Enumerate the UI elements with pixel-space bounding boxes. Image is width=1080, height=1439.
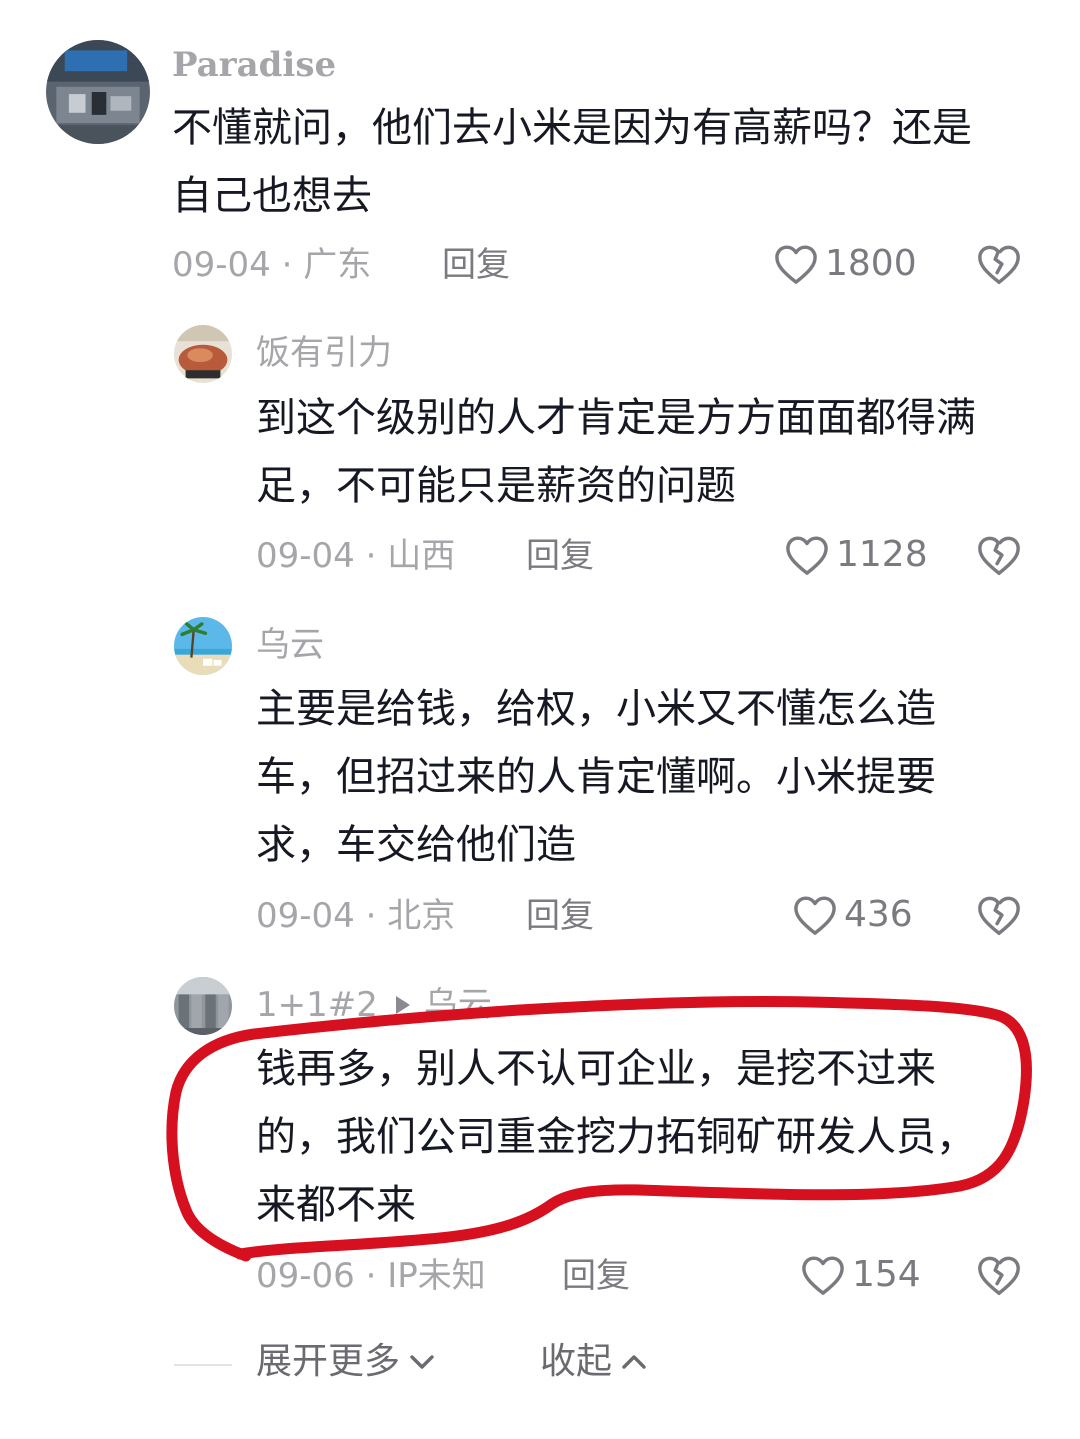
expand-more-label: 展开更多 [256, 1341, 401, 1382]
heart-icon [802, 1256, 844, 1295]
heart-icon [775, 245, 817, 284]
comment-text-line: 不懂就问，他们去小米是因为有高薪吗？还是 [172, 105, 972, 151]
comment-meta: 09-06 · IP未知 [256, 1256, 486, 1296]
divider [174, 1364, 232, 1366]
broken-heart-icon [978, 245, 1020, 284]
comment-text-line: 车，但招过来的人肯定懂啊。小米提要 [256, 754, 936, 800]
like-button[interactable]: 154 [800, 1254, 921, 1296]
comment-text-line: 主要是给钱，给权，小米又不懂怎么造 [256, 686, 936, 732]
comment-text: 主要是给钱，给权，小米又不懂怎么造 车，但招过来的人肯定懂啊。小米提要 求，车交… [256, 689, 936, 893]
avatar[interactable] [46, 40, 150, 144]
replies-footer: 展开更多 收起 [0, 1330, 1080, 1400]
dislike-button[interactable] [976, 1253, 1022, 1299]
comment-text: 到这个级别的人才肯定是方方面面都得满 足，不可能只是薪资的问题 [256, 398, 976, 534]
heart-icon [786, 536, 828, 575]
reply-author[interactable]: 1+1#2 [256, 985, 378, 1025]
reply-button[interactable]: 回复 [526, 899, 594, 933]
reply-button[interactable]: 回复 [442, 248, 510, 282]
comment-text-line: 自己也想去 [172, 173, 372, 219]
reply-button[interactable]: 回复 [562, 1259, 630, 1293]
broken-heart-icon [978, 536, 1020, 575]
like-count: 436 [844, 894, 913, 935]
reply-arrow-icon [395, 995, 410, 1014]
avatar[interactable] [174, 977, 232, 1035]
comment-text: 不懂就问，他们去小米是因为有高薪吗？还是 自己也想去 [172, 108, 972, 244]
comment-text-line: 求，车交给他们造 [256, 822, 576, 868]
username[interactable]: Paradise [172, 48, 336, 82]
comment-text-line: 到这个级别的人才肯定是方方面面都得满 [256, 395, 976, 441]
avatar[interactable] [174, 325, 232, 383]
like-button[interactable]: 436 [792, 894, 913, 936]
username[interactable]: 乌云 [256, 628, 324, 662]
collapse-button[interactable]: 收起 [540, 1344, 648, 1380]
comment-text-line: 来都不来 [256, 1182, 416, 1228]
chevron-down-icon [410, 1355, 434, 1369]
avatar[interactable] [174, 617, 232, 675]
comment-text-line: 足，不可能只是薪资的问题 [256, 463, 736, 509]
heart-icon [794, 896, 836, 935]
comment-text-line: 钱再多，别人不认可企业，是挖不过来 [256, 1046, 936, 1092]
username[interactable]: 1+1#2 乌云 [256, 988, 492, 1022]
dislike-button[interactable] [976, 893, 1022, 939]
comment-meta: 09-04 · 山西 [256, 536, 456, 576]
dislike-button[interactable] [976, 533, 1022, 579]
like-count: 1800 [825, 243, 917, 284]
comment-meta: 09-04 · 广东 [172, 245, 372, 285]
broken-heart-icon [978, 1256, 1020, 1295]
comment-thread: Paradise 不懂就问，他们去小米是因为有高薪吗？还是 自己也想去 09-0… [0, 0, 1080, 1439]
collapse-label: 收起 [540, 1341, 613, 1382]
like-button[interactable]: 1800 [773, 243, 917, 285]
dislike-button[interactable] [976, 242, 1022, 288]
like-count: 1128 [836, 534, 928, 575]
like-count: 154 [852, 1254, 921, 1295]
comment-text: 钱再多，别人不认可企业，是挖不过来 的，我们公司重金挖力拓铜矿研发人员， 来都不… [256, 1049, 976, 1253]
reply-target[interactable]: 乌云 [424, 985, 492, 1025]
expand-more-button[interactable]: 展开更多 [256, 1344, 436, 1380]
like-button[interactable]: 1128 [784, 534, 928, 576]
reply-button[interactable]: 回复 [526, 539, 594, 573]
username[interactable]: 饭有引力 [256, 336, 392, 370]
comment-text-line: 的，我们公司重金挖力拓铜矿研发人员， [256, 1114, 976, 1160]
comment-meta: 09-04 · 北京 [256, 896, 456, 936]
chevron-up-icon [622, 1355, 646, 1369]
broken-heart-icon [978, 896, 1020, 935]
